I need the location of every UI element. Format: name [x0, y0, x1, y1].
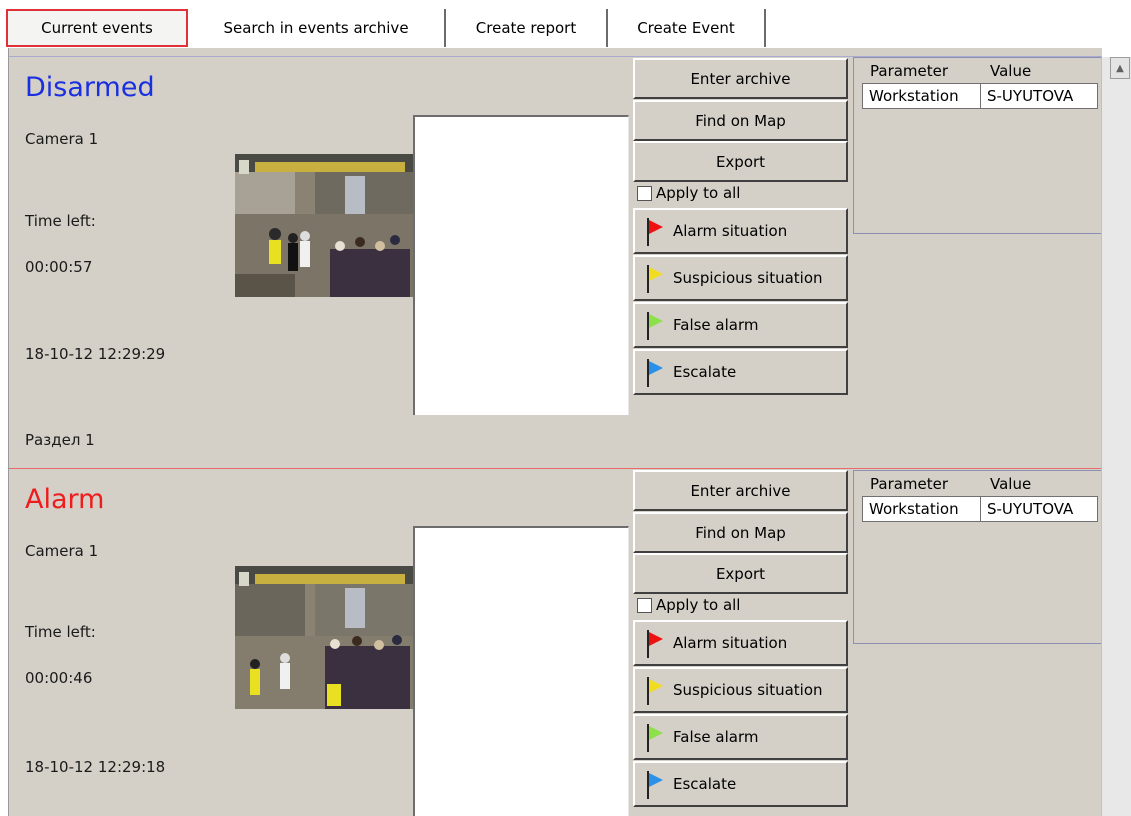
alarm-situation-button[interactable]: Alarm situation: [633, 208, 848, 254]
apply-to-all[interactable]: Apply to all: [637, 596, 740, 614]
find-on-map-button[interactable]: Find on Map: [633, 512, 848, 553]
param-cell[interactable]: Workstation: [862, 83, 981, 109]
value-cell[interactable]: S-UYUTOVA: [980, 496, 1098, 522]
apply-to-all[interactable]: Apply to all: [637, 184, 740, 202]
event-status: Alarm: [25, 484, 105, 515]
green-flag-icon: [647, 724, 663, 752]
time-left-label: Time left:: [25, 623, 96, 641]
apply-to-all-checkbox[interactable]: [637, 597, 652, 613]
events-panel: Disarmed Camera 1 Time left: 00:00:57 18…: [8, 48, 1102, 816]
yellow-flag-icon: [647, 677, 663, 705]
button-label: Enter archive: [690, 69, 791, 88]
button-label: Suspicious situation: [673, 269, 823, 287]
event-preview-area: [413, 115, 629, 415]
yellow-flag-icon: [647, 265, 663, 293]
find-on-map-button[interactable]: Find on Map: [633, 100, 848, 141]
tab-label: Create report: [475, 19, 577, 37]
export-button[interactable]: Export: [633, 141, 848, 182]
tab-label: Current events: [41, 19, 153, 37]
time-left-value: 00:00:57: [25, 258, 93, 276]
tab-create-event[interactable]: Create Event: [608, 9, 766, 47]
suspicious-situation-button[interactable]: Suspicious situation: [633, 667, 848, 713]
param-header: Parameter: [870, 475, 949, 493]
escalate-button[interactable]: Escalate: [633, 761, 848, 807]
button-label: False alarm: [673, 728, 759, 746]
event-card: Alarm Camera 1 Time left: 00:00:46 18-10…: [9, 468, 1102, 816]
button-label: Escalate: [673, 775, 737, 793]
time-left-value: 00:00:46: [25, 669, 93, 687]
button-label: Suspicious situation: [673, 681, 823, 699]
tab-create-report[interactable]: Create report: [446, 9, 608, 47]
event-timestamp: 18-10-12 12:29:18: [25, 758, 166, 776]
vertical-scrollbar[interactable]: ▲: [1101, 57, 1131, 816]
event-timestamp: 18-10-12 12:29:29: [25, 345, 166, 363]
button-label: Find on Map: [695, 111, 786, 130]
camera-snapshot[interactable]: [235, 566, 413, 709]
parameters-table: Parameter Value Workstation S-UYUTOVA: [853, 470, 1102, 644]
apply-to-all-label: Apply to all: [656, 184, 741, 202]
escalate-button[interactable]: Escalate: [633, 349, 848, 395]
false-alarm-button[interactable]: False alarm: [633, 302, 848, 348]
button-label: Export: [715, 564, 766, 583]
tab-bar: Current events Search in events archive …: [0, 0, 1131, 48]
button-label: Alarm situation: [673, 222, 788, 240]
apply-to-all-label: Apply to all: [656, 596, 741, 614]
tab-current-events[interactable]: Current events: [6, 9, 188, 47]
alarm-situation-button[interactable]: Alarm situation: [633, 620, 848, 666]
camera-snapshot[interactable]: [235, 154, 413, 297]
button-label: Escalate: [673, 363, 737, 381]
red-flag-icon: [647, 630, 663, 658]
blue-flag-icon: [647, 359, 663, 387]
camera-name: Camera 1: [25, 130, 99, 148]
time-left-label: Time left:: [25, 212, 96, 230]
false-alarm-button[interactable]: False alarm: [633, 714, 848, 760]
suspicious-situation-button[interactable]: Suspicious situation: [633, 255, 848, 301]
section-name: Раздел 1: [25, 431, 95, 449]
enter-archive-button[interactable]: Enter archive: [633, 58, 848, 99]
tab-search-archive[interactable]: Search in events archive: [188, 9, 446, 47]
export-button[interactable]: Export: [633, 553, 848, 594]
scroll-up-arrow-icon[interactable]: ▲: [1110, 57, 1130, 79]
value-header: Value: [990, 62, 1032, 80]
event-card: Disarmed Camera 1 Time left: 00:00:57 18…: [9, 48, 1102, 468]
value-header: Value: [990, 475, 1032, 493]
tab-label: Create Event: [637, 19, 735, 37]
button-label: False alarm: [673, 316, 759, 334]
button-label: Alarm situation: [673, 634, 788, 652]
param-cell[interactable]: Workstation: [862, 496, 981, 522]
red-flag-icon: [647, 218, 663, 246]
button-label: Find on Map: [695, 523, 786, 542]
camera-name: Camera 1: [25, 542, 99, 560]
button-label: Enter archive: [690, 481, 791, 500]
event-preview-area: [413, 526, 629, 816]
value-cell[interactable]: S-UYUTOVA: [980, 83, 1098, 109]
tab-label: Search in events archive: [223, 19, 409, 37]
event-separator: [9, 468, 1102, 469]
event-status: Disarmed: [25, 72, 155, 103]
enter-archive-button[interactable]: Enter archive: [633, 470, 848, 511]
parameters-table: Parameter Value Workstation S-UYUTOVA: [853, 57, 1102, 234]
apply-to-all-checkbox[interactable]: [637, 185, 652, 201]
blue-flag-icon: [647, 771, 663, 799]
green-flag-icon: [647, 312, 663, 340]
button-label: Export: [715, 152, 766, 171]
param-header: Parameter: [870, 62, 949, 80]
